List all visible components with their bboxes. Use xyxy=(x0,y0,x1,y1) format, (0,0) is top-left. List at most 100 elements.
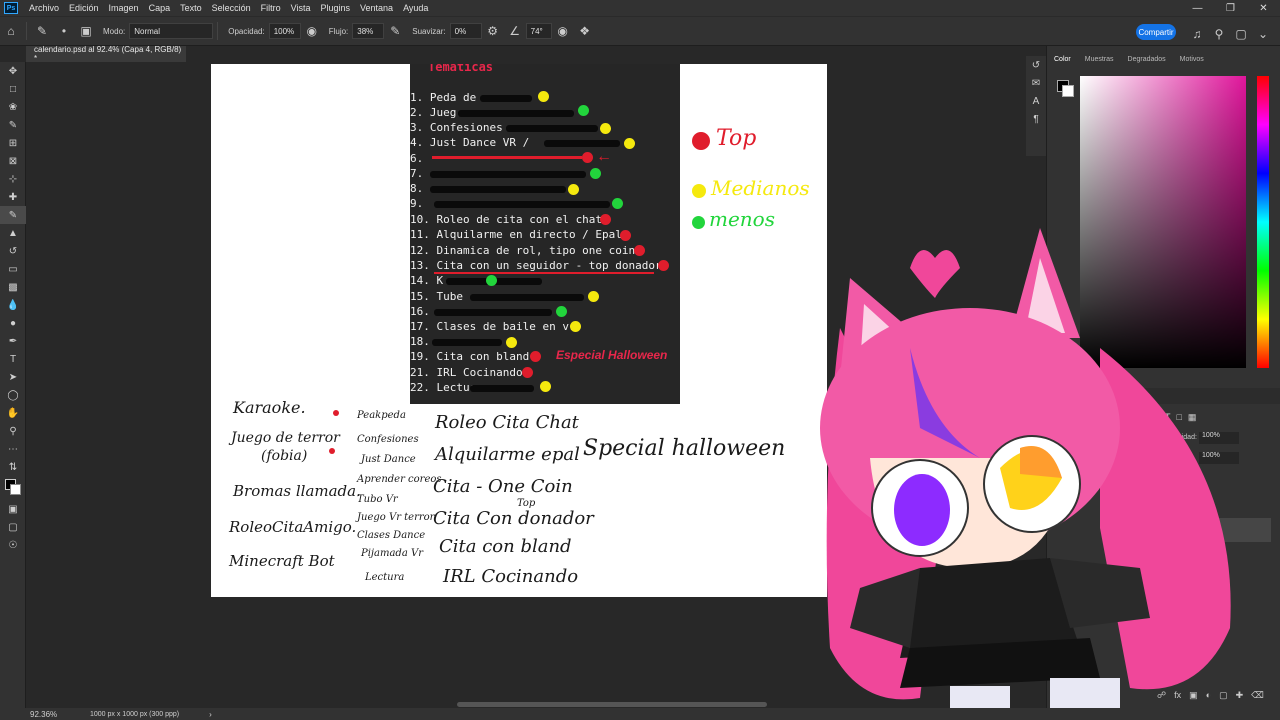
menu-imagen[interactable]: Imagen xyxy=(104,0,144,16)
list-item: 15. Tube xyxy=(410,290,463,303)
healing-tool-icon[interactable]: ✚ xyxy=(0,188,26,206)
crop-tool-icon[interactable]: ⊞ xyxy=(0,134,26,152)
more-tools-icon[interactable]: ⋯ xyxy=(0,440,26,458)
screen-mode-icon[interactable]: ▢ xyxy=(0,518,26,536)
edit-toolbar-icon[interactable]: ☉ xyxy=(0,536,26,554)
divider xyxy=(217,22,219,40)
shape-tool-icon[interactable]: ◯ xyxy=(0,386,26,404)
red-dot xyxy=(333,410,339,416)
type-tool-icon[interactable]: T xyxy=(0,350,26,368)
flow-field[interactable]: 38% xyxy=(352,23,385,39)
list-item: 8. xyxy=(410,182,424,195)
red-dot xyxy=(600,214,611,225)
hand-tool-icon[interactable]: ✋ xyxy=(0,404,26,422)
gear-icon[interactable]: ⚙ xyxy=(482,20,504,42)
note-text: Roleo Cita Chat xyxy=(435,412,579,433)
angle-icon[interactable]: ∠ xyxy=(504,20,526,42)
red-dot xyxy=(634,245,645,256)
marquee-tool-icon[interactable]: □ xyxy=(0,80,26,98)
menu-seleccion[interactable]: Selección xyxy=(207,0,256,16)
character-icon[interactable]: A xyxy=(1026,92,1046,110)
menu-vista[interactable]: Vista xyxy=(286,0,316,16)
mode-select[interactable]: Normal xyxy=(129,23,214,39)
gradient-tool-icon[interactable]: ▩ xyxy=(0,278,26,296)
zoom-level[interactable]: 92.36% xyxy=(30,710,90,719)
list-item: 19. Cita con bland xyxy=(410,350,530,363)
horizontal-scrollbar[interactable] xyxy=(457,702,767,707)
menu-bar: Ps Archivo Edición Imagen Capa Texto Sel… xyxy=(0,0,1280,16)
quick-select-tool-icon[interactable]: ✎ xyxy=(0,116,26,134)
paragraph-icon[interactable]: ¶ xyxy=(1026,110,1046,128)
workspace-icon[interactable]: ▢ xyxy=(1230,23,1252,45)
history-brush-tool-icon[interactable]: ↺ xyxy=(0,242,26,260)
search-icon[interactable]: ⚲ xyxy=(1208,23,1230,45)
menu-edicion[interactable]: Edición xyxy=(64,0,104,16)
note-text: Top xyxy=(517,498,536,509)
document-canvas[interactable]: Temáticas 1. Peda de 2. Jueg 3. Confesio… xyxy=(211,64,827,597)
path-select-tool-icon[interactable]: ➤ xyxy=(0,368,26,386)
history-icon[interactable]: ↺ xyxy=(1026,56,1046,74)
chevron-right-icon[interactable]: › xyxy=(209,710,212,719)
brush-preset-icon[interactable]: • xyxy=(53,20,75,42)
photoshop-logo-icon[interactable]: Ps xyxy=(4,2,18,14)
opacity-field[interactable]: 100% xyxy=(268,23,301,39)
menu-filtro[interactable]: Filtro xyxy=(256,0,286,16)
menu-texto[interactable]: Texto xyxy=(175,0,207,16)
frame-tool-icon[interactable]: ⊠ xyxy=(0,152,26,170)
note-text: Tubo Vr xyxy=(357,494,398,505)
restore-icon[interactable]: ❐ xyxy=(1214,0,1247,16)
minimize-icon[interactable]: — xyxy=(1181,0,1214,16)
swap-colors-icon[interactable]: ⇅ xyxy=(0,458,26,476)
pressure-size-icon[interactable]: ◉ xyxy=(552,20,574,42)
dodge-tool-icon[interactable]: ● xyxy=(0,314,26,332)
menu-ventana[interactable]: Ventana xyxy=(355,0,398,16)
red-dot xyxy=(658,260,669,271)
color-swatches[interactable] xyxy=(0,476,26,500)
lasso-tool-icon[interactable]: ❀ xyxy=(0,98,26,116)
menu-plugins[interactable]: Plugins xyxy=(316,0,356,16)
bell-icon[interactable]: ♫ xyxy=(1186,23,1208,45)
airbrush-icon[interactable]: ✎ xyxy=(384,20,406,42)
menu-capa[interactable]: Capa xyxy=(144,0,176,16)
home-icon[interactable]: ⌂ xyxy=(0,20,22,42)
tab-gradients[interactable]: Degradados xyxy=(1121,52,1173,68)
list-item: 3. Confesiones xyxy=(410,121,503,134)
tab-patterns[interactable]: Motivos xyxy=(1173,52,1211,68)
angle-field[interactable]: 74° xyxy=(525,23,552,39)
move-tool-icon[interactable]: ✥ xyxy=(0,62,26,80)
brush-tool-icon[interactable]: ✎ xyxy=(31,20,53,42)
angle-value: 74° xyxy=(530,26,543,36)
eyedropper-tool-icon[interactable]: ⊹ xyxy=(0,170,26,188)
stamp-tool-icon[interactable]: ▲ xyxy=(0,224,26,242)
status-bar: 92.36% 1000 px x 1000 px (300 ppp) › xyxy=(0,708,1280,720)
note-text: Peakpeda xyxy=(357,410,406,421)
share-button[interactable]: Compartir xyxy=(1136,24,1176,40)
comment-icon[interactable]: ✉ xyxy=(1026,74,1046,92)
background-swatch[interactable] xyxy=(10,484,21,495)
pen-tool-icon[interactable]: ✒ xyxy=(0,332,26,350)
pressure-opacity-icon[interactable]: ◉ xyxy=(301,20,323,42)
document-tab[interactable]: calendario.psd al 92.4% (Capa 4, RGB/8) … xyxy=(26,45,186,63)
panel-swatches[interactable] xyxy=(1057,80,1075,98)
list-item: 7. xyxy=(410,167,424,180)
menu-archivo[interactable]: Archivo xyxy=(24,0,64,16)
smooth-field[interactable]: 0% xyxy=(449,23,482,39)
symmetry-icon[interactable]: ❖ xyxy=(574,20,596,42)
close-icon[interactable]: ✕ xyxy=(1247,0,1280,16)
chevron-down-icon[interactable]: ⌄ xyxy=(1252,23,1274,45)
note-text: IRL Cocinando xyxy=(443,566,579,587)
color-panel-tabs: Color Muestras Degradados Motivos xyxy=(1047,52,1280,68)
menu-ayuda[interactable]: Ayuda xyxy=(398,0,433,16)
brush-settings-icon[interactable]: ▣ xyxy=(75,20,97,42)
list-item: 4. Just Dance VR / xyxy=(410,136,530,149)
red-strike-line xyxy=(432,156,582,159)
tab-color[interactable]: Color xyxy=(1047,52,1078,68)
eraser-tool-icon[interactable]: ▭ xyxy=(0,260,26,278)
zoom-tool-icon[interactable]: ⚲ xyxy=(0,422,26,440)
quick-mask-icon[interactable]: ▣ xyxy=(0,500,26,518)
tab-swatches[interactable]: Muestras xyxy=(1078,52,1121,68)
background-swatch[interactable] xyxy=(1062,85,1074,97)
note-special-halloween: Special halloween xyxy=(583,436,786,461)
brush-tool-icon[interactable]: ✎ xyxy=(0,206,26,224)
blur-tool-icon[interactable]: 💧 xyxy=(0,296,26,314)
